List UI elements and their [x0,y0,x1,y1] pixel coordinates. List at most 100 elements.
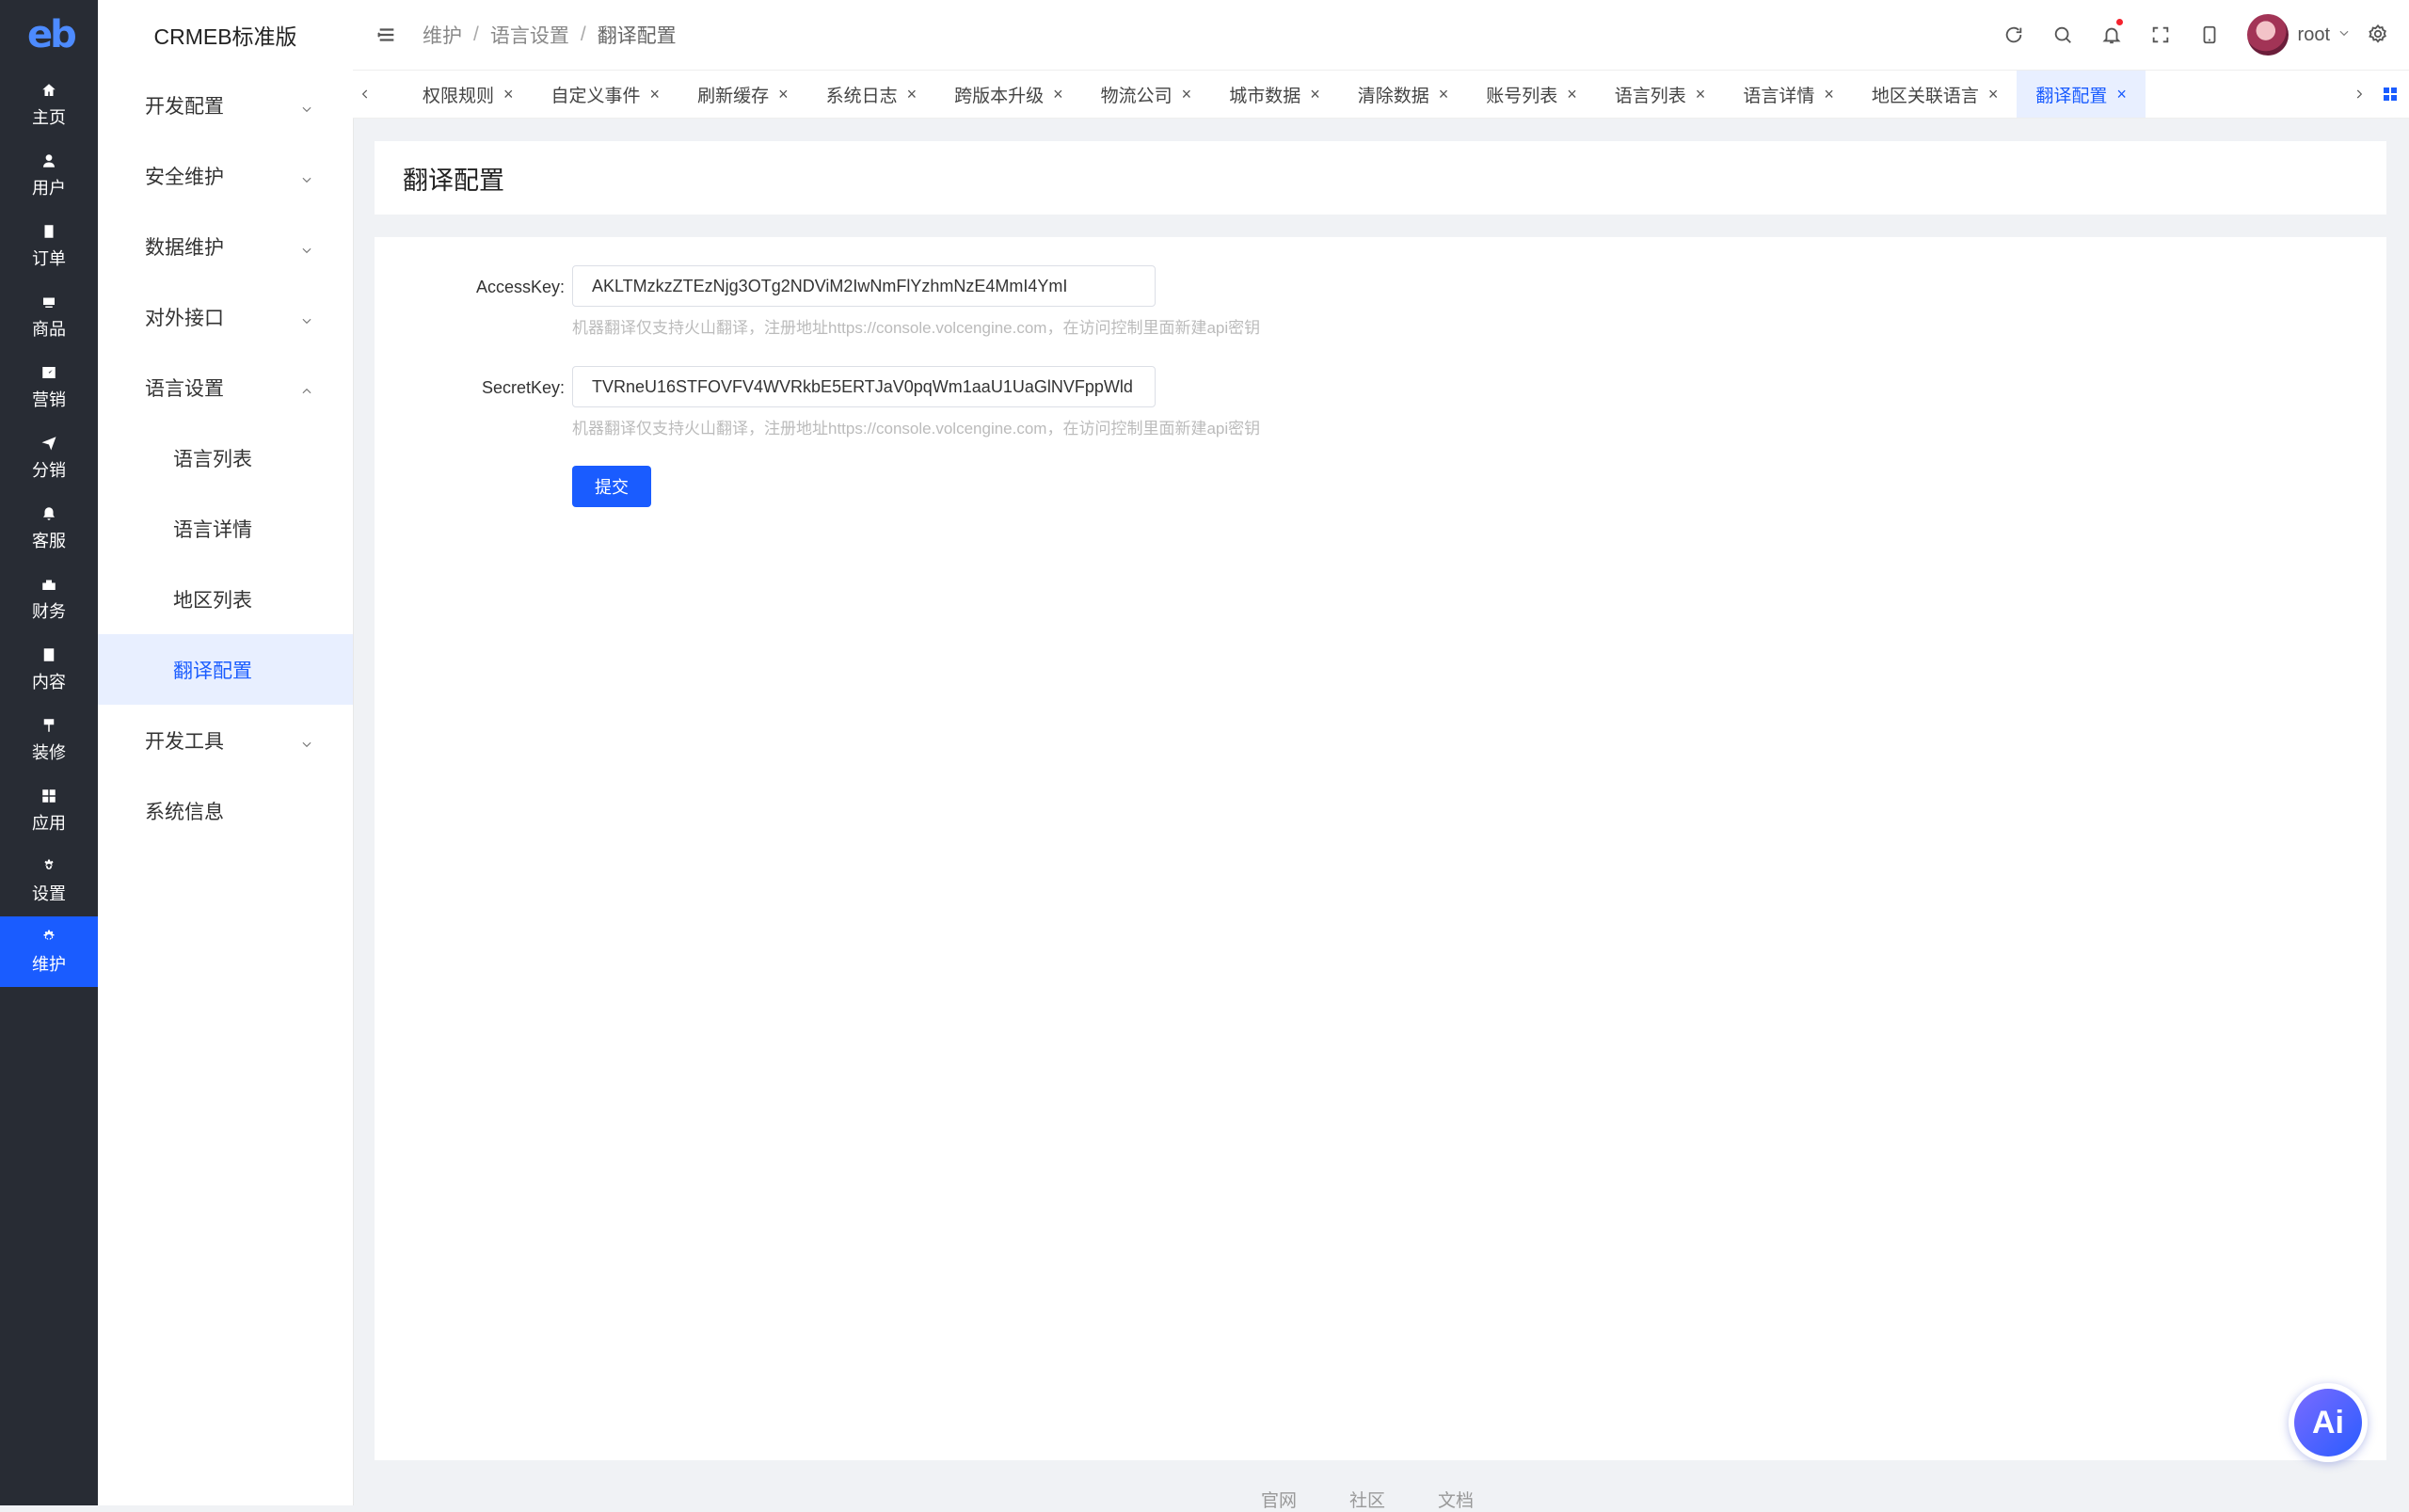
search-icon[interactable] [2038,0,2087,70]
close-icon[interactable]: × [1824,85,1834,104]
tabs-bar: 权限规则 × 自定义事件 × 刷新缓存 × 系统日志 × 跨版本升级 × 物流公司 × 城市数据 × 清除数… [353,71,2409,119]
marketing-icon [40,363,58,382]
secret-key-input[interactable]: TVRneU16STFOVFV4WVRkbE5ERTJaV0pqWm1aaU1U… [572,366,1156,407]
gear-icon[interactable] [2368,24,2390,46]
ai-icon: Ai [2294,1389,2362,1456]
submenu-item-7[interactable]: 地区列表 [98,564,353,634]
username: root [2297,24,2330,45]
tab-12[interactable]: 翻译配置 × [2017,71,2146,118]
close-icon[interactable]: × [650,85,661,104]
rail-item-9[interactable]: 装修 [0,705,98,775]
submenu-item-0[interactable]: 开发配置 [98,70,353,140]
submenu-item-label: 对外接口 [145,307,224,329]
tab-8[interactable]: 账号列表 × [1467,71,1596,118]
tab-label: 翻译配置 [2035,86,2108,106]
tab-9[interactable]: 语言列表 × [1596,71,1725,118]
tab-5[interactable]: 物流公司 × [1082,71,1211,118]
submenu-item-label: 语言列表 [173,448,252,470]
submenu-item-4[interactable]: 语言设置 [98,352,353,422]
rail-item-3[interactable]: 商品 [0,281,98,352]
rail-item-5[interactable]: 分销 [0,422,98,493]
tab-10[interactable]: 语言详情 × [1724,71,1853,118]
user-menu[interactable]: root [2246,14,2351,56]
menu-toggle-icon[interactable] [375,24,398,46]
rail-item-8[interactable]: 内容 [0,634,98,705]
rail-item-label: 维护 [32,955,66,974]
chevron-down-icon [300,240,313,253]
close-icon[interactable]: × [1567,85,1577,104]
close-icon[interactable]: × [2116,85,2127,104]
tab-1[interactable]: 自定义事件 × [533,71,679,118]
submenu-item-3[interactable]: 对外接口 [98,281,353,352]
rail-item-1[interactable]: 用户 [0,140,98,211]
footer-link-website[interactable]: 官网 [1261,1487,1297,1512]
distribution-icon [40,434,58,453]
footer-link-docs[interactable]: 文档 [1438,1487,1474,1512]
submenu-item-10[interactable]: 系统信息 [98,775,353,846]
breadcrumb-item[interactable]: 维护 [423,21,462,49]
tabs-scroll-right-icon[interactable] [2347,71,2371,118]
submenu-item-2[interactable]: 数据维护 [98,211,353,281]
decorate-icon [40,716,58,735]
submenu-item-5[interactable]: 语言列表 [98,422,353,493]
refresh-icon[interactable] [1989,0,2038,70]
footer-link-community[interactable]: 社区 [1349,1487,1385,1512]
tabs-scroll-left-icon[interactable] [353,71,377,118]
tab-label: 刷新缓存 [697,86,770,106]
tab-11[interactable]: 地区关联语言 × [1853,71,2018,118]
submenu-item-1[interactable]: 安全维护 [98,140,353,211]
close-icon[interactable]: × [1310,85,1320,104]
tab-7[interactable]: 清除数据 × [1339,71,1468,118]
close-icon[interactable]: × [907,85,917,104]
submenu-item-label: 安全维护 [145,166,224,188]
rail-item-label: 客服 [32,532,66,550]
tab-0[interactable]: 权限规则 × [404,71,533,118]
tab-label: 系统日志 [825,86,898,106]
close-icon[interactable]: × [1696,85,1706,104]
user-icon [40,151,58,170]
content-icon [40,645,58,664]
rail-item-10[interactable]: 应用 [0,775,98,846]
tab-label: 语言列表 [1614,86,1686,106]
close-icon[interactable]: × [1988,85,1999,104]
tabs-menu-grid-icon[interactable] [2371,71,2409,118]
close-icon[interactable]: × [778,85,789,104]
rail-item-2[interactable]: 订单 [0,211,98,281]
submenu-item-9[interactable]: 开发工具 [98,705,353,775]
rail-item-4[interactable]: 营销 [0,352,98,422]
mobile-icon[interactable] [2185,0,2234,70]
bell-icon[interactable] [2087,0,2136,70]
submit-button[interactable]: 提交 [572,466,651,507]
rail-item-7[interactable]: 财务 [0,564,98,634]
submenu-item-6[interactable]: 语言详情 [98,493,353,564]
tab-label: 地区关联语言 [1871,86,1979,106]
tab-2[interactable]: 刷新缓存 × [678,71,807,118]
rail-item-0[interactable]: 主页 [0,70,98,140]
close-icon[interactable]: × [1053,85,1063,104]
service-icon [40,504,58,523]
rail-item-label: 财务 [32,602,66,621]
tab-label: 跨版本升级 [954,86,1045,106]
tab-3[interactable]: 系统日志 × [807,71,936,118]
rail-item-6[interactable]: 客服 [0,493,98,564]
close-icon[interactable]: × [1182,85,1192,104]
maintenance-icon [40,928,58,947]
submenu-item-label: 语言设置 [145,377,224,400]
submenu-item-8[interactable]: 翻译配置 [98,634,353,705]
fullscreen-icon[interactable] [2136,0,2185,70]
submenu-item-label: 数据维护 [145,236,224,259]
tab-label: 物流公司 [1100,86,1173,106]
ai-assistant-button[interactable]: Ai [2289,1383,2368,1462]
rail-item-12[interactable]: 维护 [0,916,98,987]
tab-4[interactable]: 跨版本升级 × [935,71,1082,118]
rail-item-11[interactable]: 设置 [0,846,98,916]
breadcrumb-item[interactable]: 语言设置 [490,21,569,49]
close-icon[interactable]: × [503,85,514,104]
logo[interactable]: eb [0,0,98,70]
tab-6[interactable]: 城市数据 × [1210,71,1339,118]
submenu-item-label: 开发工具 [145,730,224,753]
access-key-input[interactable]: AKLTMzkzZTEzNjg3OTg2NDViM2IwNmFlYzhmNzE4… [572,265,1156,307]
rail-item-label: 订单 [32,249,66,268]
submenu-item-label: 翻译配置 [173,660,252,682]
close-icon[interactable]: × [1439,85,1449,104]
